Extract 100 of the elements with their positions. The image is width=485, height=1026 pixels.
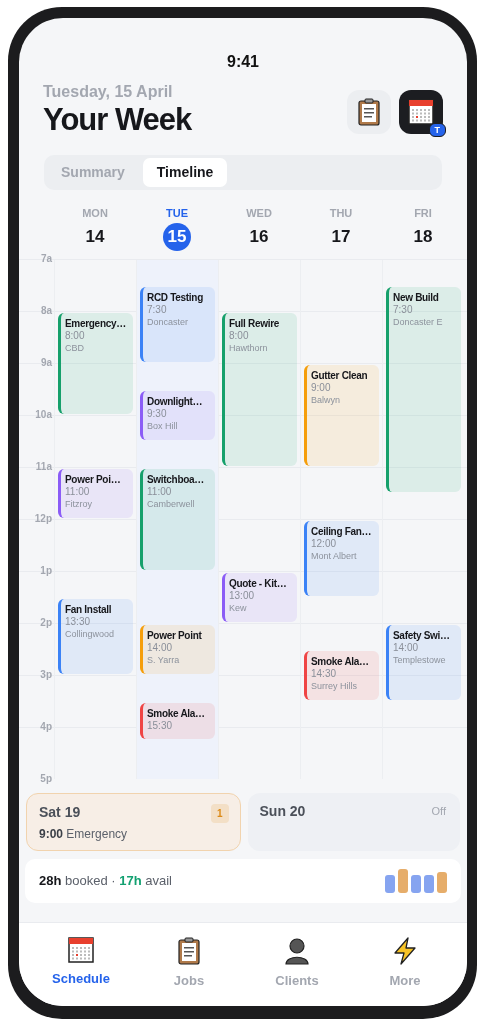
clipboard-icon <box>177 937 201 965</box>
event-title: New Build <box>393 291 439 304</box>
event-card[interactable]: Switchboa… 11:00 Camberwell <box>140 469 215 570</box>
calendar-icon <box>68 937 94 963</box>
day-number[interactable]: 15 <box>163 223 191 251</box>
hour-label: 9a <box>39 357 52 369</box>
event-time: 14:00 <box>147 642 174 654</box>
event-title: Switchboa… <box>147 473 204 486</box>
event-card[interactable]: Power Point 14:00 S. Yarra <box>140 625 215 674</box>
weekday-label: FRI <box>414 206 432 220</box>
event-title: Full Rewire <box>229 317 280 330</box>
weekday-label: THU <box>329 206 353 220</box>
event-title: Quote - Kit… <box>229 577 287 590</box>
mini-bar-chart-drawing <box>385 869 447 893</box>
weekend-day: Sun 20 <box>259 802 306 820</box>
event-title: Ceiling Fan… <box>311 525 372 538</box>
event-location: Balwyn <box>311 394 341 406</box>
event-title: Power Point <box>147 629 202 642</box>
event-title: Smoke Ala… <box>311 655 369 668</box>
calendar-icon <box>408 99 434 125</box>
event-title: Safety Swi… <box>393 629 450 642</box>
person-icon <box>284 937 310 965</box>
event-time: 8:00 <box>65 330 86 342</box>
event-location: Collingwood <box>65 628 116 640</box>
hour-label: 1p <box>39 565 52 577</box>
event-time: 7:30 <box>147 304 168 316</box>
event-title: Downlight… <box>147 395 203 408</box>
hour-label: 4p <box>39 721 52 733</box>
nav-tab[interactable]: Schedule <box>36 937 126 1006</box>
weekend-card[interactable]: Sat 19 1 9:00 Emergency <box>26 793 241 851</box>
event-card[interactable]: Safety Swi… 14:00 Templestowe <box>386 625 461 700</box>
event-time: 13:00 <box>229 590 256 602</box>
event-time: 13:30 <box>65 616 92 628</box>
clipboard-icon <box>357 98 381 126</box>
date-subtitle: Tuesday, 15 April <box>43 82 174 102</box>
weekday-label: TUE <box>166 206 188 220</box>
event-card[interactable]: Ceiling Fan… 12:00 Mont Albert <box>304 521 379 596</box>
day-number[interactable]: 16 <box>245 223 273 251</box>
event-time: 14:00 <box>393 642 420 654</box>
event-location: Box Hill <box>147 420 179 432</box>
hour-label: 10a <box>34 409 52 421</box>
event-location: CBD <box>65 342 85 354</box>
hours-summary: 28h booked · 17h avail <box>39 872 172 891</box>
day-number[interactable]: 14 <box>81 223 109 251</box>
status-time: 9:41 <box>227 52 259 72</box>
event-location: Templestowe <box>393 654 447 666</box>
event-card[interactable]: Emergency… 8:00 CBD <box>58 313 133 414</box>
event-time: 11:00 <box>65 486 91 498</box>
weekend-job: 9:00 Emergency <box>39 827 129 841</box>
event-location: Surrey Hills <box>311 680 358 692</box>
event-location: Doncaster <box>147 316 190 328</box>
event-time: 14:30 <box>311 668 338 680</box>
event-time: 9:30 <box>147 408 168 420</box>
event-location: Fitzroy <box>65 498 93 510</box>
event-card[interactable]: RCD Testing 7:30 Doncaster <box>140 287 215 362</box>
weekday-label: WED <box>246 206 272 220</box>
hour-label: 2p <box>39 617 52 629</box>
event-title: Emergency… <box>65 317 126 330</box>
event-location: Kew <box>229 602 248 614</box>
clipboard-button[interactable] <box>347 90 391 134</box>
day-number[interactable]: 17 <box>327 223 355 251</box>
hour-label: 3p <box>39 669 52 681</box>
event-title: Gutter Clean <box>311 369 368 382</box>
event-time: 11:00 <box>147 486 173 498</box>
count-badge: 1 <box>210 804 229 823</box>
event-card[interactable]: Quote - Kit… 13:00 Kew <box>222 573 297 622</box>
event-location: S. Yarra <box>147 654 181 666</box>
hour-label: 12p <box>33 513 52 525</box>
event-location: Camberwell <box>147 498 196 510</box>
event-card[interactable]: New Build 7:30 Doncaster E <box>386 287 461 492</box>
event-card[interactable]: Full Rewire 8:00 Hawthorn <box>222 313 297 466</box>
event-time: 12:00 <box>311 538 338 550</box>
hour-label: 5p <box>39 773 52 785</box>
day-number[interactable]: 18 <box>409 223 437 251</box>
event-card[interactable]: Downlight… 9:30 Box Hill <box>140 391 215 440</box>
off-label: Off <box>431 804 446 819</box>
weekday-label: MON <box>82 206 108 220</box>
hour-label: 11a <box>34 461 52 473</box>
event-card[interactable]: Smoke Ala… 14:30 Surrey Hills <box>304 651 379 700</box>
page-title: Your Week <box>43 102 192 138</box>
event-time: 8:00 <box>229 330 250 342</box>
event-title: Smoke Ala… <box>147 707 205 720</box>
event-title: Power Poi… <box>65 473 121 486</box>
view-tab[interactable]: Timeline <box>142 158 228 187</box>
hour-label: 8a <box>39 305 52 317</box>
weekend-card[interactable]: Sun 20 Off <box>247 793 460 851</box>
event-location: Mont Albert <box>311 550 358 562</box>
event-card[interactable]: Smoke Ala… 15:30 <box>140 703 215 739</box>
calendar-button[interactable]: T <box>399 90 443 134</box>
event-time: 15:30 <box>147 720 174 732</box>
event-card[interactable]: Power Poi… 11:00 Fitzroy <box>58 469 133 518</box>
lightning-icon <box>392 937 418 965</box>
avatar-badge: T <box>428 123 446 137</box>
weekend-day: Sat 19 <box>39 803 81 821</box>
event-location: Hawthorn <box>229 342 269 354</box>
event-title: RCD Testing <box>147 291 203 304</box>
event-card[interactable]: Fan Install 13:30 Collingwood <box>58 599 133 674</box>
event-card[interactable]: Gutter Clean 9:00 Balwyn <box>304 365 379 466</box>
event-time: 9:00 <box>311 382 332 394</box>
event-time: 7:30 <box>393 304 414 316</box>
